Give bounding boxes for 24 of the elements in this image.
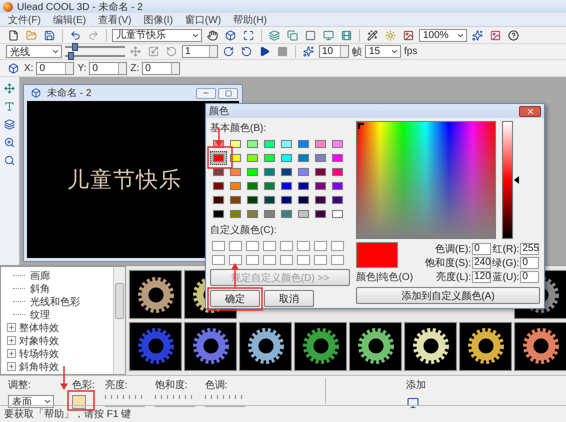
add-label: 添加 xyxy=(406,378,426,392)
field-label: 红(R): xyxy=(492,242,520,256)
fps-label: fps xyxy=(404,46,418,57)
slider-label: 饱和度: xyxy=(154,378,189,392)
canvas-text: 儿童节快乐 xyxy=(67,166,182,194)
slider-label: 色调: xyxy=(204,379,229,392)
custom-colors-label: 自定义颜色(C): xyxy=(210,224,278,237)
preview-label: 颜色|纯色(O) xyxy=(356,270,414,284)
basic-colors-label: 基本颜色(B): xyxy=(210,122,268,135)
frames-label: 帧 xyxy=(352,46,362,58)
window-title: Ulead COOL 3D - 未命名 - 2 xyxy=(17,0,143,14)
field-label: 色调(E): xyxy=(434,242,472,256)
slider-label: 亮度: xyxy=(104,378,129,392)
field-label: 饱和度(S): xyxy=(425,256,472,270)
dialog-title: 颜色 xyxy=(209,104,229,118)
axis-label: Z: xyxy=(130,62,140,74)
axis-label: X: xyxy=(24,62,34,74)
document-title: 未命名 - 2 xyxy=(47,86,92,100)
field-label: 蓝(U): xyxy=(492,270,520,284)
field-label: 绿(G): xyxy=(492,256,520,270)
axis-label: Y: xyxy=(77,62,86,74)
adjust-label: 调整: xyxy=(8,379,32,392)
field-label: 亮度(L): xyxy=(435,270,472,284)
color-label: 色彩: xyxy=(72,379,95,392)
